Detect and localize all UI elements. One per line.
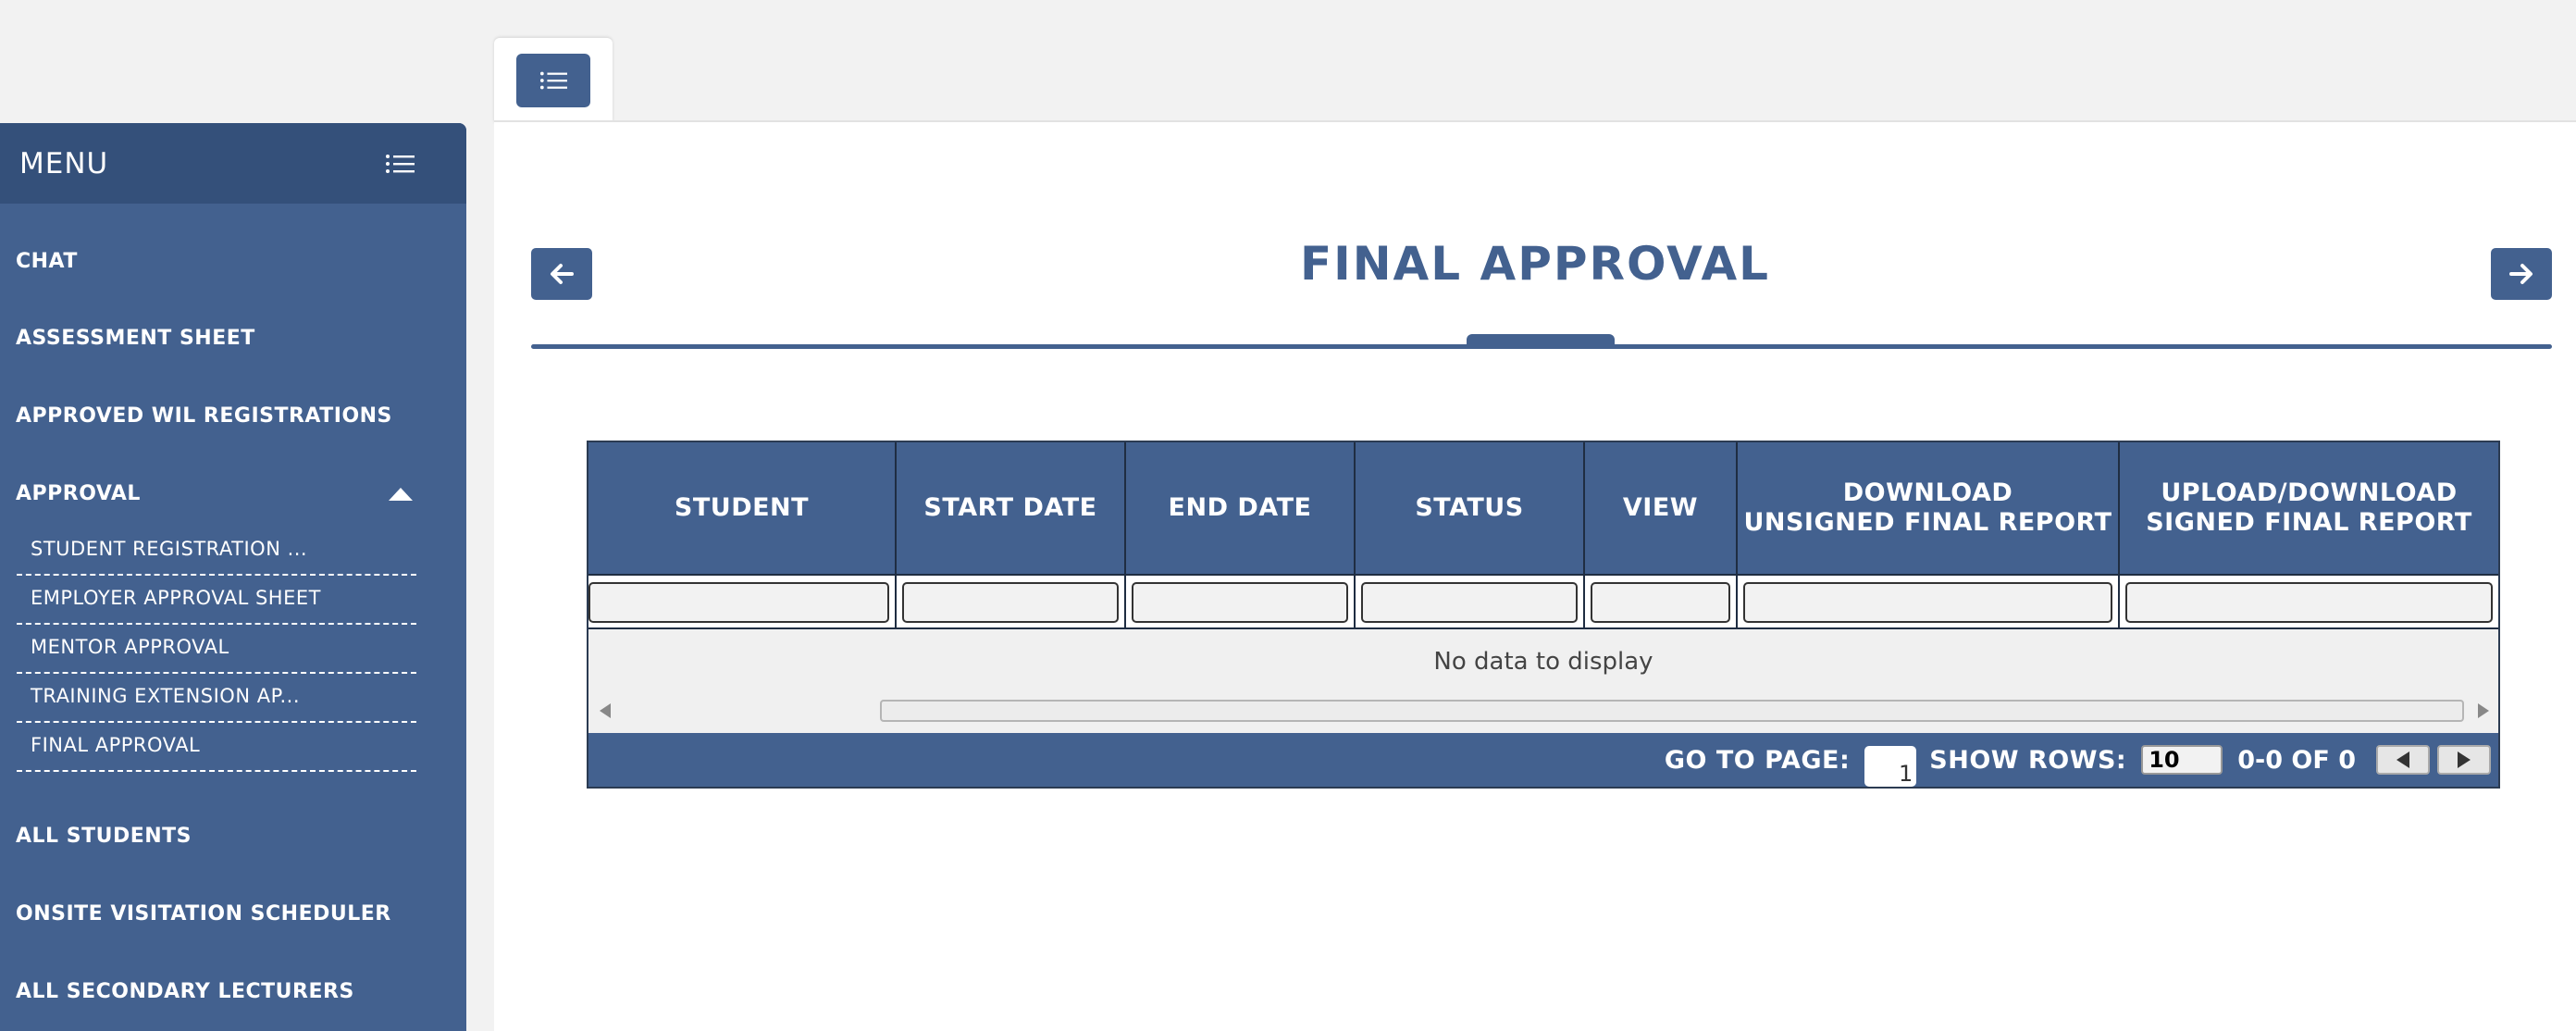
list-icon[interactable] [385, 154, 415, 174]
sidebar-subitem-student-registration[interactable]: STUDENT REGISTRATION ... [17, 527, 416, 576]
sidebar-subitem-label: EMPLOYER APPROVAL SHEET [31, 587, 321, 609]
main-panel: FINAL APPROVAL STUDENT START DATE END DA… [494, 120, 2576, 1031]
column-header-line: DOWNLOAD [1842, 478, 2013, 507]
show-rows-label: SHOW ROWS: [1929, 745, 2127, 775]
next-page-button[interactable] [2437, 745, 2491, 775]
column-header-line: SIGNED FINAL REPORT [2146, 508, 2472, 537]
scrollbar-thumb[interactable] [880, 700, 2464, 722]
list-icon [539, 71, 567, 90]
sidebar-subitem-label: STUDENT REGISTRATION ... [31, 538, 308, 560]
sidebar-item-all-secondary-lecturers[interactable]: ALL SECONDARY LECTURERS [16, 980, 354, 1003]
triangle-right-icon [2458, 752, 2471, 768]
column-header-upload-download-signed[interactable]: UPLOAD/DOWNLOAD SIGNED FINAL REPORT [2120, 442, 2498, 574]
pager: GO TO PAGE: 1 SHOW ROWS: 10 0-0 OF 0 [588, 733, 2498, 787]
filter-cell [1585, 576, 1738, 629]
view-filter-input[interactable] [1591, 582, 1730, 623]
tab-strip [494, 38, 613, 123]
sidebar-title: MENU [19, 146, 109, 180]
rows-per-page-select[interactable]: 10 [2141, 745, 2223, 775]
filter-cell [897, 576, 1126, 629]
filter-cell [1738, 576, 2120, 629]
filter-cell [1126, 576, 1356, 629]
sidebar-subitem-final-approval[interactable]: FINAL APPROVAL [17, 723, 416, 772]
scroll-left-icon[interactable] [600, 703, 611, 718]
sidebar-subitem-label: FINAL APPROVAL [31, 734, 201, 756]
start-date-filter-input[interactable] [902, 582, 1119, 623]
sidebar-header: MENU [0, 123, 466, 204]
column-header-download-unsigned[interactable]: DOWNLOAD UNSIGNED FINAL REPORT [1738, 442, 2120, 574]
filter-cell [588, 576, 897, 629]
go-to-page-label: GO TO PAGE: [1664, 745, 1851, 775]
forward-button[interactable] [2491, 248, 2552, 300]
filter-cell [2120, 576, 2498, 629]
column-header-end-date[interactable]: END DATE [1126, 442, 1356, 574]
sidebar-item-all-students[interactable]: ALL STUDENTS [16, 825, 192, 848]
caret-up-icon[interactable] [389, 488, 413, 501]
page-number-value: 1 [1899, 761, 1913, 787]
row-range-text: 0-0 OF 0 [2237, 745, 2356, 775]
column-header-line: UPLOAD/DOWNLOAD [2161, 478, 2458, 507]
empty-message: No data to display [1433, 648, 1653, 676]
column-header-line: UNSIGNED FINAL REPORT [1743, 508, 2112, 537]
sidebar-subitem-label: MENTOR APPROVAL [31, 636, 229, 658]
sidebar-subitem-label: TRAINING EXTENSION AP... [31, 685, 300, 707]
column-header-start-date[interactable]: START DATE [897, 442, 1126, 574]
menu-toggle-button[interactable] [516, 54, 590, 107]
page-title: FINAL APPROVAL [1299, 237, 1771, 291]
sidebar-item-assessment-sheet[interactable]: ASSESSMENT SHEET [16, 327, 255, 350]
sidebar-subitem-mentor-approval[interactable]: MENTOR APPROVAL [17, 625, 416, 674]
sidebar-subitem-training-extension[interactable]: TRAINING EXTENSION AP... [17, 674, 416, 723]
sidebar: MENU CHAT ASSESSMENT SHEET APPROVED WIL … [0, 123, 466, 1031]
previous-page-button[interactable] [2376, 745, 2430, 775]
sidebar-item-approved-wil-registrations[interactable]: APPROVED WIL REGISTRATIONS [16, 404, 392, 428]
filter-cell [1356, 576, 1585, 629]
signed-report-filter-input[interactable] [2125, 582, 2493, 623]
sidebar-item-approval[interactable]: APPROVAL [16, 482, 141, 505]
student-filter-input[interactable] [588, 582, 889, 623]
sidebar-item-onsite-visitation-scheduler[interactable]: ONSITE VISITATION SCHEDULER [16, 902, 391, 925]
grid-header: STUDENT START DATE END DATE STATUS VIEW … [588, 442, 2498, 574]
sidebar-subitem-employer-approval-sheet[interactable]: EMPLOYER APPROVAL SHEET [17, 576, 416, 625]
grid-filter-row [588, 574, 2498, 629]
arrow-right-icon [2509, 264, 2533, 284]
triangle-left-icon [2396, 752, 2409, 768]
page-number-input[interactable]: 1 [1864, 746, 1917, 787]
status-filter-input[interactable] [1361, 582, 1578, 623]
horizontal-scrollbar[interactable] [588, 698, 2498, 722]
download-unsigned-filter-input[interactable] [1743, 582, 2112, 623]
column-header-student[interactable]: STUDENT [588, 442, 897, 574]
scroll-right-icon[interactable] [2478, 703, 2489, 718]
column-header-view[interactable]: VIEW [1585, 442, 1738, 574]
column-header-status[interactable]: STATUS [1356, 442, 1585, 574]
end-date-filter-input[interactable] [1132, 582, 1348, 623]
title-divider-tab [1467, 334, 1615, 347]
data-grid: STUDENT START DATE END DATE STATUS VIEW … [587, 441, 2500, 789]
sidebar-item-chat[interactable]: CHAT [16, 250, 78, 273]
